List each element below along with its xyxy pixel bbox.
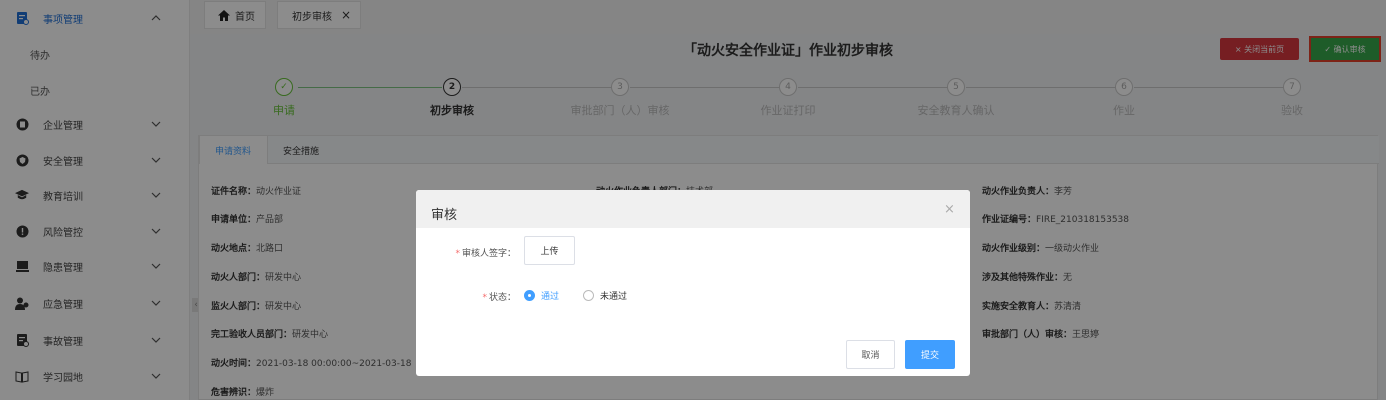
radio-unchecked-icon: [583, 290, 594, 301]
status-fail-radio[interactable]: 未通过: [583, 289, 627, 302]
dialog-header: 审核 ×: [416, 190, 970, 228]
review-dialog: 审核 × * 审核人签字： 上传 * 状态： 通过 未通过 取消 提交: [416, 190, 970, 376]
dialog-title: 审核: [431, 208, 458, 223]
status-label: * 状态：: [482, 293, 516, 303]
status-pass-radio[interactable]: 通过: [524, 289, 559, 302]
submit-button[interactable]: 提交: [905, 340, 955, 369]
app-root: 事项管理 待办 已办 企业管理 安全管理 教育培训 风险管控 隐患管理 应急管理…: [0, 0, 1386, 400]
radio-checked-icon: [524, 290, 535, 301]
close-icon[interactable]: ×: [944, 202, 955, 217]
signature-label: * 审核人签字：: [455, 249, 516, 259]
upload-signature-button[interactable]: 上传: [524, 236, 575, 265]
cancel-button[interactable]: 取消: [846, 340, 895, 369]
radio-label: 通过: [541, 292, 560, 302]
radio-label: 未通过: [600, 292, 628, 302]
